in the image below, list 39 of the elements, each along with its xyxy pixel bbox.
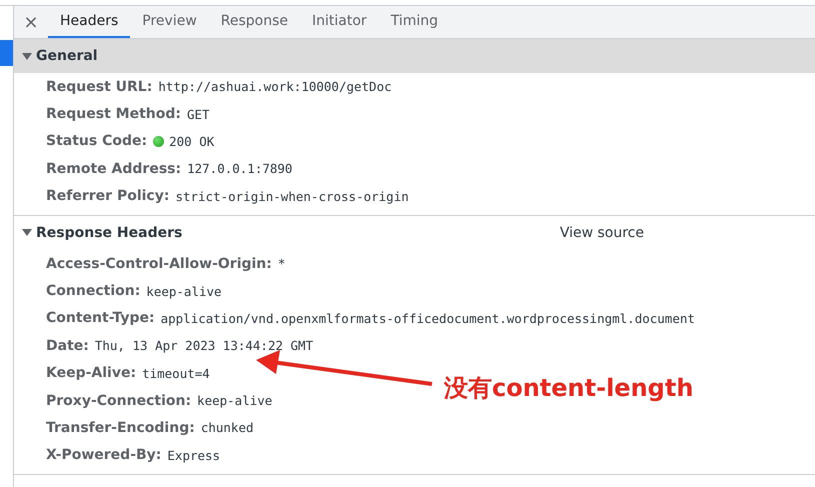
header-value: GET — [186, 106, 210, 122]
section-header[interactable]: General — [14, 39, 815, 73]
header-name: Keep-Alive: — [46, 365, 136, 382]
header-name: Connection: — [46, 283, 140, 300]
header-value: strict-origin-when-cross-origin — [175, 188, 409, 204]
header-name: Transfer-Encoding: — [46, 420, 195, 436]
section-title: Response Headers — [36, 224, 184, 241]
header-name: Referrer Policy: — [46, 188, 170, 204]
close-button[interactable]: × — [14, 6, 48, 38]
header-name: Date: — [46, 338, 89, 354]
header-value: Thu, 13 Apr 2023 13:44:22 GMT — [94, 338, 314, 354]
header-value: keep-alive — [146, 284, 222, 299]
tab[interactable]: Timing — [378, 6, 450, 38]
header-value: Express — [167, 448, 220, 463]
header-name: Proxy-Connection: — [46, 392, 192, 409]
tab[interactable]: Response — [208, 6, 300, 38]
header-value: keep-alive — [197, 393, 272, 408]
header-name: Remote Address: — [46, 160, 182, 177]
view-source-link[interactable]: View source — [560, 224, 644, 241]
header-value: 200 OK — [169, 134, 214, 149]
header-name: Status Code: — [46, 133, 148, 150]
header-name: Access-Control-Allow-Origin: — [46, 256, 272, 272]
annotation-text: 没有content-length — [444, 373, 694, 404]
header-name: Request Method: — [46, 106, 181, 122]
header-value: 127.0.0.1:7890 — [187, 161, 292, 176]
header-value: chunked — [200, 420, 254, 436]
status-dot-icon — [153, 136, 164, 147]
header-value: http://ashuai.work:10000/getDoc — [158, 79, 392, 94]
tab[interactable]: Initiator — [300, 6, 379, 38]
header-value: timeout=4 — [142, 366, 210, 381]
section-title: General — [36, 48, 99, 64]
header-value: application/vnd.openxmlformats-officedocument.wordprocessingml.document — [160, 310, 695, 326]
header-name: Content-Type: — [46, 310, 155, 326]
selected-row-highlight — [0, 40, 13, 66]
header-name: Request URL: — [46, 78, 152, 95]
header-value: * — [278, 256, 286, 272]
section-header[interactable]: Response Headers View source — [14, 216, 815, 250]
tab[interactable]: Preview — [130, 6, 209, 38]
header-name: X-Powered-By: — [46, 447, 162, 464]
